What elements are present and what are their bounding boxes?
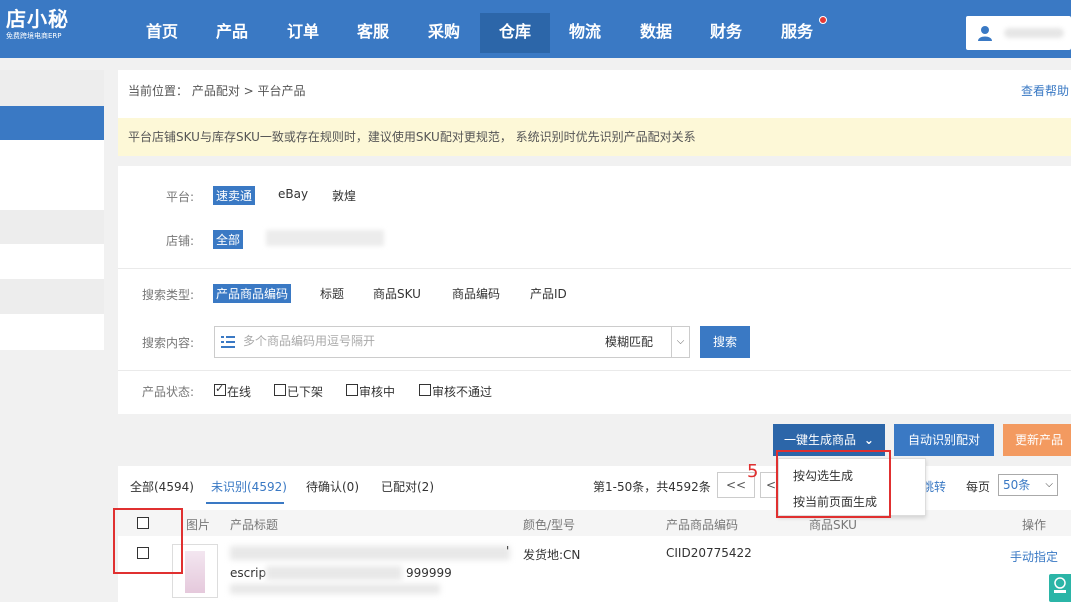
match-mode-select[interactable]: 模糊匹配 ⌵ (596, 326, 690, 358)
platform-option-aliexpress[interactable]: 速卖通 (213, 186, 256, 205)
store-option-all[interactable]: 全部 (213, 230, 244, 249)
breadcrumb: 当前位置： 产品配对 > 平台产品 (128, 84, 306, 98)
nav-item-service[interactable]: 客服 (338, 13, 408, 53)
help-link[interactable]: 查看帮助 (1021, 82, 1069, 99)
sidebar-item[interactable] (0, 244, 104, 279)
tab-all[interactable]: 全部(4594) (130, 478, 194, 495)
tab-unrecognized[interactable]: 未识别(4592) (211, 478, 287, 495)
per-page-select[interactable]: 50条 ⌵ (998, 474, 1058, 496)
row-color: 发货地:CN (523, 548, 581, 562)
platform-label: 平台: (166, 190, 195, 204)
nav-item-home[interactable]: 首页 (127, 13, 197, 53)
status-online-checkbox[interactable] (214, 382, 226, 396)
support-icon (1054, 577, 1066, 593)
status-offline-label: 已下架 (287, 385, 324, 399)
product-list-panel: 全部(4594) 未识别(4592) 待确认(0) 已配对(2) 第1-50条，… (118, 466, 1071, 602)
nav-item-orders[interactable]: 订单 (268, 13, 338, 53)
nav-item-data[interactable]: 数据 (621, 13, 691, 53)
user-menu[interactable] (966, 16, 1071, 50)
status-reviewing-label: 审核中 (359, 385, 396, 399)
sidebar-item-active[interactable] (0, 106, 104, 140)
platform-option-dhgate[interactable]: 敦煌 (329, 186, 359, 205)
status-rejected-checkbox[interactable] (419, 384, 431, 396)
update-products-button[interactable]: 更新产品 (1003, 424, 1071, 456)
row-product-code: CIID20775422 (666, 546, 752, 560)
title-fragment-start: escrip (230, 566, 267, 580)
header-product-code: 产品商品编码 (666, 518, 739, 532)
top-navbar: 店小秘 免费跨境电商ERP 首页 产品 订单 客服 采购 仓库 物流 数据 财务… (0, 0, 1071, 58)
nav-item-purchase[interactable]: 采购 (409, 13, 479, 53)
nav-item-product[interactable]: 产品 (197, 13, 267, 53)
manual-assign-link[interactable]: 手动指定 (1010, 548, 1058, 565)
user-icon (978, 26, 992, 41)
logo-text: 店小秘 (6, 7, 69, 31)
sidebar-item[interactable] (0, 70, 104, 106)
generate-products-label: 一键生成商品 (784, 433, 857, 447)
search-type-sku[interactable]: 商品SKU (370, 284, 424, 303)
list-icon (221, 336, 235, 348)
search-type-title[interactable]: 标题 (317, 284, 347, 303)
sidebar-item[interactable] (0, 279, 104, 314)
chevron-down-icon: ⌵ (671, 327, 689, 357)
logo[interactable]: 店小秘 免费跨境电商ERP (6, 7, 69, 41)
main-content: 当前位置： 产品配对 > 平台产品 查看帮助 平台店铺SKU与库存SKU一致或存… (113, 70, 1071, 602)
header-title: 产品标题 (230, 518, 279, 532)
status-online-label: 在线 (227, 385, 252, 399)
search-type-product-code[interactable]: 产品商品编码 (213, 284, 292, 303)
divider (118, 370, 1071, 371)
user-name-redacted (1004, 28, 1064, 38)
search-type-item-code[interactable]: 商品编码 (449, 284, 503, 303)
auto-match-button[interactable]: 自动识别配对 (894, 424, 994, 456)
status-label: 产品状态: (142, 385, 195, 399)
breadcrumb-bar: 当前位置： 产品配对 > 平台产品 查看帮助 (118, 70, 1071, 118)
sidebar-item[interactable] (0, 314, 104, 350)
search-button[interactable]: 搜索 (700, 326, 750, 358)
per-page-label: 每页 (966, 480, 991, 494)
search-type-label: 搜索类型: (142, 288, 195, 302)
chevron-down-icon: ⌄ (863, 433, 874, 447)
chevron-down-icon: ⌵ (1045, 479, 1053, 490)
sidebar-item[interactable] (0, 210, 104, 244)
nav-item-finance[interactable]: 财务 (691, 13, 761, 53)
per-page-value: 50条 (1003, 478, 1031, 492)
filter-panel: 平台: 速卖通 eBay 敦煌 店铺: 全部 搜索类型: 产品商品编码 标题 商… (118, 166, 1071, 414)
header-sku: 商品SKU (809, 518, 857, 532)
tab-pending[interactable]: 待确认(0) (306, 478, 359, 495)
header-action: 操作 (1022, 518, 1047, 532)
product-image (185, 551, 205, 593)
search-type-product-id[interactable]: 产品ID (527, 284, 570, 303)
platform-option-ebay[interactable]: eBay (275, 186, 311, 202)
sidebar-item[interactable] (0, 140, 104, 210)
nav-item-warehouse[interactable]: 仓库 (480, 13, 550, 53)
notification-dot (819, 16, 827, 24)
table-header: 图片 产品标题 颜色/型号 产品商品编码 商品SKU 操作 (118, 510, 1071, 536)
match-mode-value: 模糊匹配 (605, 335, 654, 349)
divider (118, 268, 1071, 269)
title-redacted (230, 546, 510, 560)
header-color: 颜色/型号 (523, 518, 576, 532)
header-image: 图片 (186, 518, 211, 532)
active-tab-indicator (206, 502, 284, 504)
nav-item-logistics[interactable]: 物流 (550, 13, 620, 53)
store-option-redacted[interactable] (266, 230, 384, 246)
title-redacted (266, 566, 402, 580)
floating-helper-button[interactable] (1049, 574, 1071, 602)
title-fragment-end: 999999 (406, 566, 452, 580)
notice-banner: 平台店铺SKU与库存SKU一致或存在规则时，建议使用SKU配对更规范， 系统识别… (118, 118, 1071, 156)
logo-subtitle: 免费跨境电商ERP (6, 32, 62, 40)
step-number: 5 (747, 461, 759, 482)
status-offline-checkbox[interactable] (274, 384, 286, 396)
highlight-checkboxes (113, 508, 183, 574)
tab-matched[interactable]: 已配对(2) (381, 478, 434, 495)
search-content-label: 搜索内容: (142, 336, 195, 350)
highlight-dropdown (776, 450, 891, 518)
left-sidebar (0, 70, 104, 350)
pagination-info: 第1-50条，共4592条 (593, 480, 711, 494)
store-label: 店铺: (166, 234, 195, 248)
status-rejected-label: 审核不通过 (432, 385, 493, 399)
title-redacted (230, 584, 440, 594)
status-reviewing-checkbox[interactable] (346, 384, 358, 396)
title-edge-text: ' (506, 544, 510, 558)
